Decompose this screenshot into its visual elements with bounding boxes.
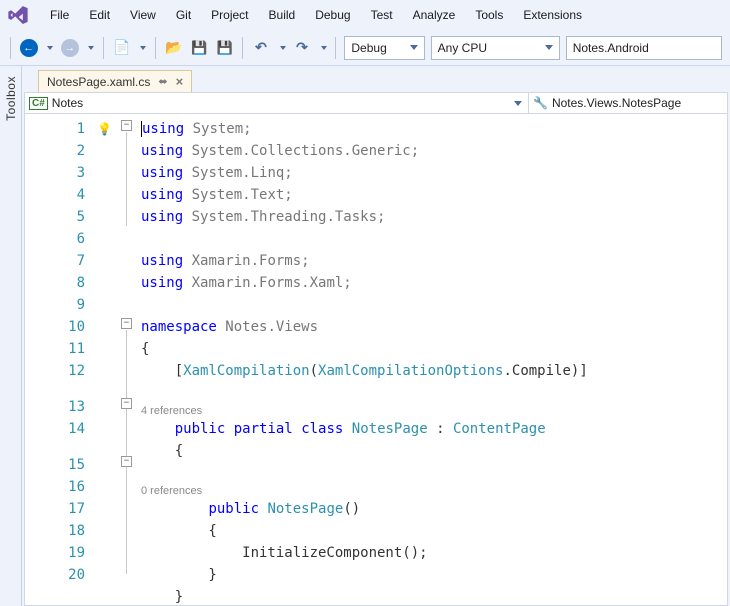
nav-back-button[interactable] bbox=[17, 36, 40, 60]
outlining-margin: 💡 − − − − bbox=[93, 114, 141, 605]
menu-edit[interactable]: Edit bbox=[79, 4, 120, 26]
arrow-left-icon bbox=[20, 39, 38, 57]
arrow-right-icon bbox=[61, 39, 79, 57]
lightbulb-icon[interactable]: 💡 bbox=[97, 118, 112, 140]
csharp-icon: C# bbox=[29, 97, 48, 110]
solution-platform-dropdown[interactable]: Any CPU bbox=[431, 36, 560, 60]
solution-config-dropdown[interactable]: Debug bbox=[344, 36, 424, 60]
wrench-icon: 🔧 bbox=[533, 96, 548, 110]
redo-button[interactable] bbox=[290, 36, 313, 60]
fold-guide bbox=[126, 132, 127, 226]
menu-build[interactable]: Build bbox=[259, 4, 306, 26]
fold-toggle[interactable]: − bbox=[121, 318, 132, 329]
document-tab-active[interactable]: NotesPage.xaml.cs ⬌ × bbox=[38, 70, 192, 92]
main-area: Toolbox NotesPage.xaml.cs ⬌ × C# Notes 🔧… bbox=[0, 66, 730, 606]
chevron-down-icon bbox=[280, 46, 286, 50]
menu-git[interactable]: Git bbox=[166, 4, 201, 26]
menu-tools[interactable]: Tools bbox=[465, 4, 513, 26]
document-tab-label: NotesPage.xaml.cs bbox=[47, 75, 150, 89]
line-number-gutter: 1234567891011121314151617181920 bbox=[25, 114, 93, 605]
menu-analyze[interactable]: Analyze bbox=[403, 4, 466, 26]
toolbar-separator bbox=[155, 37, 156, 59]
codelens-references[interactable]: 0 references bbox=[141, 484, 727, 498]
document-tab-well: NotesPage.xaml.cs ⬌ × bbox=[22, 66, 730, 92]
nav-forward-button[interactable] bbox=[58, 36, 81, 60]
nav-back-history-button[interactable] bbox=[42, 36, 56, 60]
fold-toggle[interactable]: − bbox=[121, 398, 132, 409]
new-project-dropdown[interactable] bbox=[135, 36, 149, 60]
toolbar-separator bbox=[335, 37, 336, 59]
nav-forward-history-button[interactable] bbox=[83, 36, 97, 60]
chevron-down-icon bbox=[514, 101, 522, 106]
code-text[interactable]: using System; using System.Collections.G… bbox=[141, 114, 727, 605]
menu-file[interactable]: File bbox=[40, 4, 79, 26]
menu-debug[interactable]: Debug bbox=[305, 4, 360, 26]
chevron-down-icon bbox=[410, 45, 418, 50]
toolbar-separator bbox=[242, 37, 243, 59]
toolbar-separator bbox=[103, 37, 104, 59]
menubar: File Edit View Git Project Build Debug T… bbox=[0, 0, 730, 30]
solution-config-value: Debug bbox=[351, 41, 407, 55]
nav-scope-label: Notes bbox=[52, 96, 506, 110]
undo-button[interactable] bbox=[249, 36, 272, 60]
chevron-down-icon bbox=[545, 45, 553, 50]
solution-platform-value: Any CPU bbox=[438, 41, 543, 55]
pin-icon[interactable]: ⬌ bbox=[158, 75, 167, 88]
startup-project-dropdown[interactable]: Notes.Android bbox=[566, 36, 722, 60]
undo-history-button[interactable] bbox=[275, 36, 289, 60]
save-button[interactable] bbox=[188, 36, 211, 60]
new-project-button[interactable] bbox=[110, 36, 133, 60]
menu-project[interactable]: Project bbox=[201, 4, 258, 26]
toolbar-separator bbox=[10, 37, 11, 59]
navigation-bar: C# Notes 🔧 Notes.Views.NotesPage bbox=[24, 92, 728, 114]
close-icon[interactable]: × bbox=[176, 74, 184, 89]
startup-project-value: Notes.Android bbox=[573, 41, 715, 55]
code-editor[interactable]: 1234567891011121314151617181920 💡 − − − … bbox=[24, 114, 728, 606]
menu-extensions[interactable]: Extensions bbox=[513, 4, 592, 26]
open-file-button[interactable] bbox=[162, 36, 185, 60]
fold-toggle[interactable]: − bbox=[121, 456, 132, 467]
fold-guide bbox=[126, 330, 127, 574]
redo-history-button[interactable] bbox=[316, 36, 330, 60]
chevron-down-icon bbox=[88, 46, 94, 50]
menu-test[interactable]: Test bbox=[361, 4, 403, 26]
toolbar: Debug Any CPU Notes.Android bbox=[0, 30, 730, 66]
codelens-references[interactable]: 4 references bbox=[141, 404, 727, 418]
menu-view[interactable]: View bbox=[120, 4, 166, 26]
chevron-down-icon bbox=[140, 46, 146, 50]
toolbox-tab[interactable]: Toolbox bbox=[0, 66, 22, 606]
chevron-down-icon bbox=[47, 46, 53, 50]
nav-type-label: Notes.Views.NotesPage bbox=[552, 96, 723, 110]
toolbox-tab-label: Toolbox bbox=[4, 76, 18, 121]
chevron-down-icon bbox=[321, 46, 327, 50]
nav-type-dropdown[interactable]: 🔧 Notes.Views.NotesPage bbox=[529, 93, 727, 113]
visual-studio-logo-icon bbox=[4, 1, 32, 29]
save-all-button[interactable] bbox=[213, 36, 236, 60]
fold-toggle[interactable]: − bbox=[121, 120, 132, 131]
nav-scope-dropdown[interactable]: C# Notes bbox=[25, 93, 529, 113]
editor-region: NotesPage.xaml.cs ⬌ × C# Notes 🔧 Notes.V… bbox=[22, 66, 730, 606]
